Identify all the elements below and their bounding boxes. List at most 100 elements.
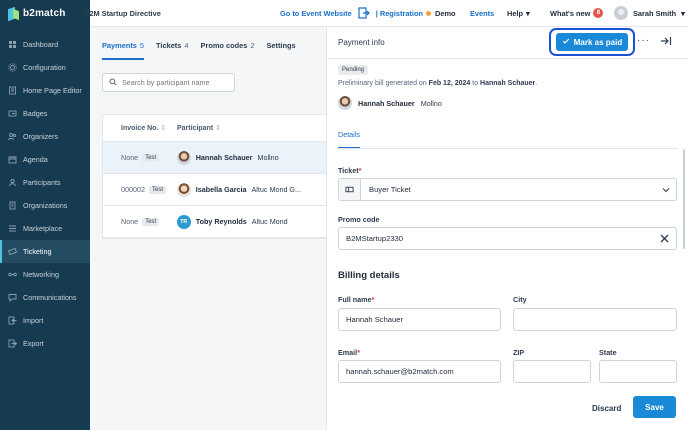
column-label: Invoice No.: [121, 125, 159, 132]
invoice-cell: None Test: [103, 153, 177, 162]
scrollbar[interactable]: [683, 149, 685, 249]
gear-icon: [8, 63, 17, 72]
invoice-number: None: [121, 153, 139, 162]
mark-as-paid-button[interactable]: Mark as paid: [556, 33, 628, 51]
whats-new-label: What's new: [550, 8, 591, 18]
participant-name: Hannah Schauer: [358, 98, 415, 108]
sidebar-item-marketplace[interactable]: Marketplace: [0, 217, 90, 240]
tab-tickets[interactable]: Tickets 4: [156, 41, 188, 60]
save-button[interactable]: Save: [633, 396, 676, 418]
help-menu[interactable]: Help ▾: [507, 9, 530, 18]
tab-label: Settings: [266, 41, 296, 50]
full-name-value: Hannah Schauer: [346, 315, 403, 324]
sidebar-item-organizations[interactable]: Organizations: [0, 194, 90, 217]
state-field[interactable]: [599, 360, 677, 383]
sort-icon: ⇕: [215, 125, 222, 132]
calendar-icon: [8, 155, 17, 164]
status-badge: Pending: [338, 65, 369, 75]
tab-settings[interactable]: Settings: [266, 41, 295, 60]
events-link[interactable]: Events: [470, 9, 494, 18]
demo-indicator[interactable]: Demo: [426, 9, 456, 18]
sidebar-item-home-page-editor[interactable]: Home Page Editor: [0, 79, 90, 102]
sidebar-item-label: Badges: [23, 109, 48, 118]
tab-promo-codes[interactable]: Promo codes 2: [201, 41, 255, 60]
discard-button[interactable]: Discard: [592, 404, 621, 413]
ticket-icon: [8, 247, 17, 256]
sidebar-item-agenda[interactable]: Agenda: [0, 148, 90, 171]
participants-icon: [8, 178, 17, 187]
user-name: Sarah Smith: [633, 8, 677, 18]
sidebar-item-label: Configuration: [23, 63, 66, 72]
sidebar-item-import[interactable]: Import: [0, 309, 90, 332]
event-links: Go to Event Website | Registration: [280, 7, 423, 19]
search-input[interactable]: [122, 78, 232, 87]
sidebar-item-badges[interactable]: Badges: [0, 102, 90, 125]
demo-label: Demo: [435, 8, 456, 18]
event-website-link[interactable]: Go to Event Website: [280, 9, 352, 18]
full-name-field[interactable]: Hannah Schauer: [338, 308, 501, 331]
column-header-participant[interactable]: Participant ⇕: [177, 124, 221, 132]
search-box[interactable]: [102, 73, 235, 92]
export-icon: [8, 339, 17, 348]
building-icon: [8, 201, 17, 210]
sidebar-item-organizers[interactable]: Organizers: [0, 125, 90, 148]
network-icon: [8, 270, 17, 279]
whats-new-count-badge: 8: [593, 8, 604, 18]
ticket-select[interactable]: Buyer Ticket: [338, 178, 677, 201]
participant-org: Altuc Mond: [251, 217, 288, 226]
sidebar: b2match Dashboard Configuration Home Page …: [0, 0, 90, 430]
participant-org: Mollno: [420, 98, 442, 108]
mark-as-paid-highlight: Mark as paid: [549, 28, 635, 56]
table-row[interactable]: 000002 Test Isabella Garcia Altuc Mond G...: [103, 174, 326, 206]
participant-org: Altuc Mond G...: [251, 185, 302, 194]
more-options-icon[interactable]: ···: [637, 36, 649, 48]
ticketing-tabs: Payments 5 Tickets 4 Promo codes 2 Settings: [102, 41, 296, 60]
sidebar-item-label: Organizers: [23, 132, 59, 141]
sidebar-item-participants[interactable]: Participants: [0, 171, 90, 194]
email-label-text: Email: [338, 348, 358, 357]
avatar: TR: [176, 214, 191, 229]
table-row[interactable]: None Test TR Toby Reynolds Altuc Mond: [103, 206, 326, 238]
required-marker: *: [371, 295, 375, 304]
payments-panel: Payments5 Tickets4 Promo codes2 Settings In…: [90, 27, 326, 430]
avatar: [176, 150, 191, 165]
zip-field[interactable]: [513, 360, 591, 383]
bill-suffix: .: [535, 80, 538, 87]
tab-details[interactable]: Details: [338, 130, 360, 149]
participant-org: Mollno: [257, 153, 279, 162]
sidebar-item-ticketing[interactable]: Ticketing: [0, 240, 90, 263]
sidebar-item-dashboard[interactable]: Dashboard: [0, 33, 90, 56]
test-badge: Test: [142, 153, 160, 162]
logo-text: b2match: [23, 8, 66, 19]
sidebar-item-communications[interactable]: Communications: [0, 286, 90, 309]
sidebar-item-export[interactable]: Export: [0, 332, 90, 355]
tab-payments[interactable]: Payments 5: [102, 41, 145, 60]
tab-label: Promo codes: [200, 41, 248, 50]
participant-name: Isabella Garcia: [195, 185, 247, 194]
email-field[interactable]: hannah.schauer@b2match.com: [338, 360, 501, 383]
promo-code-label: Promo code: [338, 215, 380, 224]
whats-new-button[interactable]: What's new 8: [550, 8, 604, 18]
city-field[interactable]: [513, 308, 677, 331]
logo[interactable]: b2match: [0, 0, 90, 27]
demo-dot-icon: [426, 10, 431, 16]
registration-link[interactable]: | Registration: [376, 9, 423, 18]
tab-label: Payments: [102, 41, 137, 50]
sidebar-item-networking[interactable]: Networking: [0, 263, 90, 286]
close-panel-icon[interactable]: [660, 35, 672, 47]
sidebar-item-label: Participants: [23, 178, 61, 187]
column-header-invoice[interactable]: Invoice No. ⇕: [103, 124, 177, 132]
bill-prefix: Preliminary bill generated on: [338, 80, 429, 87]
event-directive-title: B2M Startup Directive: [84, 8, 161, 18]
clear-icon[interactable]: [660, 234, 669, 243]
table-row[interactable]: None Test Hannah Schauer Mollno: [103, 142, 326, 174]
user-avatar: [614, 6, 628, 20]
participant-summary[interactable]: Hannah Schauer Mollno: [338, 96, 442, 110]
people-icon: [8, 132, 17, 141]
sidebar-item-configuration[interactable]: Configuration: [0, 56, 90, 79]
promo-code-field[interactable]: B2MStartup2330: [338, 227, 677, 250]
sidebar-item-label: Networking: [23, 270, 59, 279]
sort-icon: ⇕: [160, 125, 167, 132]
column-label: Participant: [177, 125, 214, 132]
user-menu[interactable]: Sarah Smith ▾: [614, 6, 685, 20]
